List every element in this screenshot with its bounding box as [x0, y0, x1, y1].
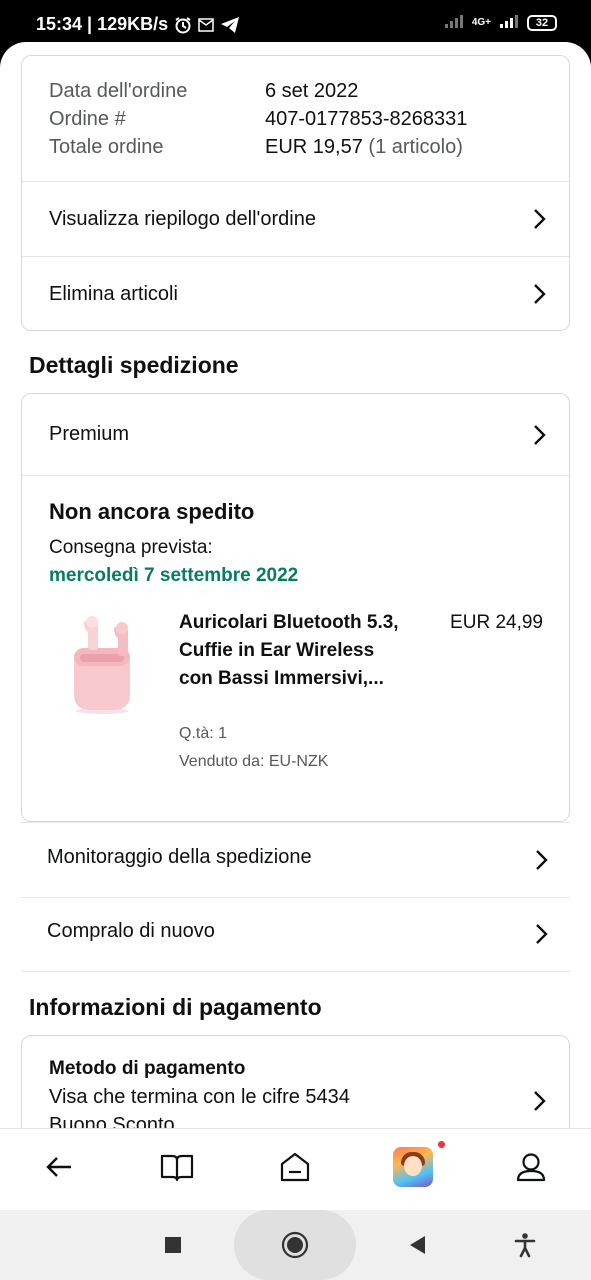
order-date-value: 6 set 2022 — [265, 80, 359, 102]
book-icon[interactable] — [157, 1147, 197, 1187]
game-app-icon[interactable] — [393, 1147, 433, 1187]
payment-card-info: Visa che termina con le cifre 5434 — [49, 1086, 350, 1108]
product-title-link[interactable]: Auricolari Bluetooth 5.3, Cuffie in Ear … — [179, 609, 399, 693]
track-shipment-row[interactable]: Monitoraggio della spedizione — [21, 823, 570, 897]
track-shipment-label: Monitoraggio della spedizione — [47, 846, 312, 868]
alarm-icon — [174, 16, 192, 34]
order-date-label: Data dell'ordine — [49, 80, 188, 102]
delivery-eta-date: mercoledì 7 settembre 2022 — [49, 565, 299, 586]
shipment-status: Non ancora spedito — [49, 499, 255, 524]
recents-square-icon[interactable] — [158, 1230, 188, 1260]
product-price: EUR 24,99 — [450, 612, 543, 633]
home-icon[interactable] — [275, 1147, 315, 1187]
network-type: 4G+ — [471, 17, 491, 28]
order-details-sheet: Data dell'ordine 6 set 2022 Ordine # 407… — [0, 42, 591, 1130]
product-image-earbuds[interactable] — [66, 608, 138, 716]
divider — [22, 475, 569, 476]
order-total-value: EUR 19,57 — [265, 136, 363, 158]
product-quantity: Q.tà: 1 — [179, 725, 228, 742]
shipping-section-title: Dettagli spedizione — [29, 352, 239, 378]
product-seller: Venduto da: EU-NZK — [179, 753, 329, 770]
shipping-method-row[interactable]: Premium — [22, 394, 569, 475]
order-number-label: Ordine # — [49, 108, 126, 130]
shipping-card: Premium Non ancora spedito Consegna prev… — [21, 393, 570, 822]
payment-method-title: Metodo di pagamento — [49, 1058, 246, 1079]
buy-again-row[interactable]: Compralo di nuovo — [21, 898, 570, 971]
order-total: EUR 19,57 (1 articolo) — [265, 136, 463, 159]
chevron-right-icon — [534, 209, 546, 229]
order-summary-card: Data dell'ordine 6 set 2022 Ordine # 407… — [21, 55, 570, 331]
divider — [21, 971, 570, 972]
chevron-right-icon — [536, 924, 548, 944]
order-number-value: 407-0177853-8268331 — [265, 108, 468, 130]
chevron-right-icon — [534, 1091, 546, 1111]
status-bar: 15:34 | 129KB/s 4G+ 32 — [0, 0, 591, 48]
shipping-method-label: Premium — [49, 423, 130, 445]
battery-indicator: 32 — [527, 14, 557, 31]
status-bar-right: 4G+ 32 — [444, 14, 557, 31]
order-total-label: Totale ordine — [49, 136, 164, 158]
notification-dot — [438, 1141, 445, 1148]
payment-section-title: Informazioni di pagamento — [29, 994, 322, 1020]
chevron-right-icon — [536, 850, 548, 870]
delivery-eta-label: Consegna prevista: — [49, 537, 213, 558]
mail-icon — [198, 17, 214, 32]
chevron-right-icon — [534, 284, 546, 304]
system-navigation-bar — [0, 1210, 591, 1280]
status-bar-left: 15:34 | 129KB/s — [36, 14, 240, 35]
buy-again-label: Compralo di nuovo — [47, 920, 215, 942]
status-time-speed: 15:34 | 129KB/s — [36, 14, 169, 34]
telegram-icon — [220, 16, 240, 34]
profile-icon[interactable] — [511, 1147, 551, 1187]
delete-items-label: Elimina articoli — [49, 282, 178, 305]
signal-weak-icon — [444, 14, 464, 31]
home-circle-icon[interactable] — [280, 1230, 310, 1260]
back-triangle-icon[interactable] — [402, 1230, 432, 1260]
accessibility-icon[interactable] — [510, 1230, 540, 1260]
signal-icon — [499, 14, 519, 31]
view-order-summary-label: Visualizza riepilogo dell'ordine — [49, 207, 316, 230]
order-total-items: (1 articolo) — [368, 136, 463, 158]
view-order-summary-link[interactable]: Visualizza riepilogo dell'ordine — [22, 182, 569, 256]
bottom-navigation — [0, 1128, 591, 1210]
delete-items-link[interactable]: Elimina articoli — [22, 257, 569, 331]
chevron-right-icon — [534, 424, 546, 445]
game-app-thumbnail — [393, 1147, 433, 1187]
back-arrow-icon[interactable] — [39, 1147, 79, 1187]
payment-method-card[interactable]: Metodo di pagamento Visa che termina con… — [21, 1035, 570, 1130]
